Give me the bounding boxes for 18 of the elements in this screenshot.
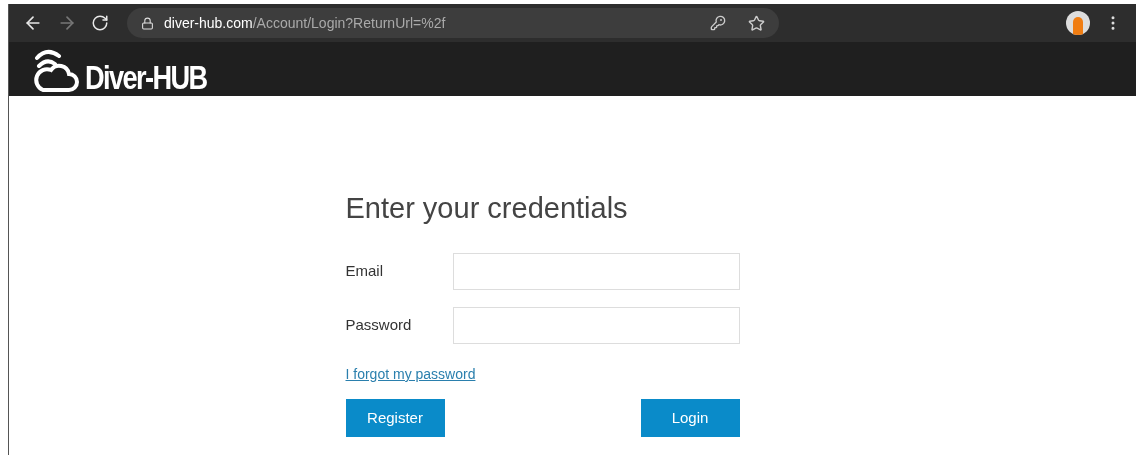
- logo-text: Diver-HUB: [85, 60, 207, 94]
- cloud-signal-icon: [33, 48, 79, 94]
- lock-icon: [141, 16, 154, 30]
- field-label: Email: [345, 261, 384, 282]
- email-field[interactable]: [452, 253, 740, 290]
- password-field[interactable]: [452, 307, 740, 344]
- field-label: Password: [345, 315, 413, 336]
- forgot-password-link[interactable]: I forgot my password: [345, 364, 476, 385]
- url-domain: diver-hub.com: [164, 14, 253, 31]
- register-button[interactable]: Register: [345, 399, 445, 437]
- reload-icon[interactable]: [91, 14, 109, 32]
- key-icon[interactable]: [710, 15, 726, 31]
- address-bar[interactable]: diver-hub.com/Account/Login?ReturnUrl=%2f: [127, 8, 779, 38]
- form-title: Enter your credentials: [345, 194, 629, 223]
- profile-avatar[interactable]: [1066, 11, 1090, 35]
- login-button[interactable]: Login: [640, 399, 740, 437]
- star-icon[interactable]: [748, 14, 765, 32]
- url-path: /Account/Login?ReturnUrl=%2f: [252, 14, 446, 31]
